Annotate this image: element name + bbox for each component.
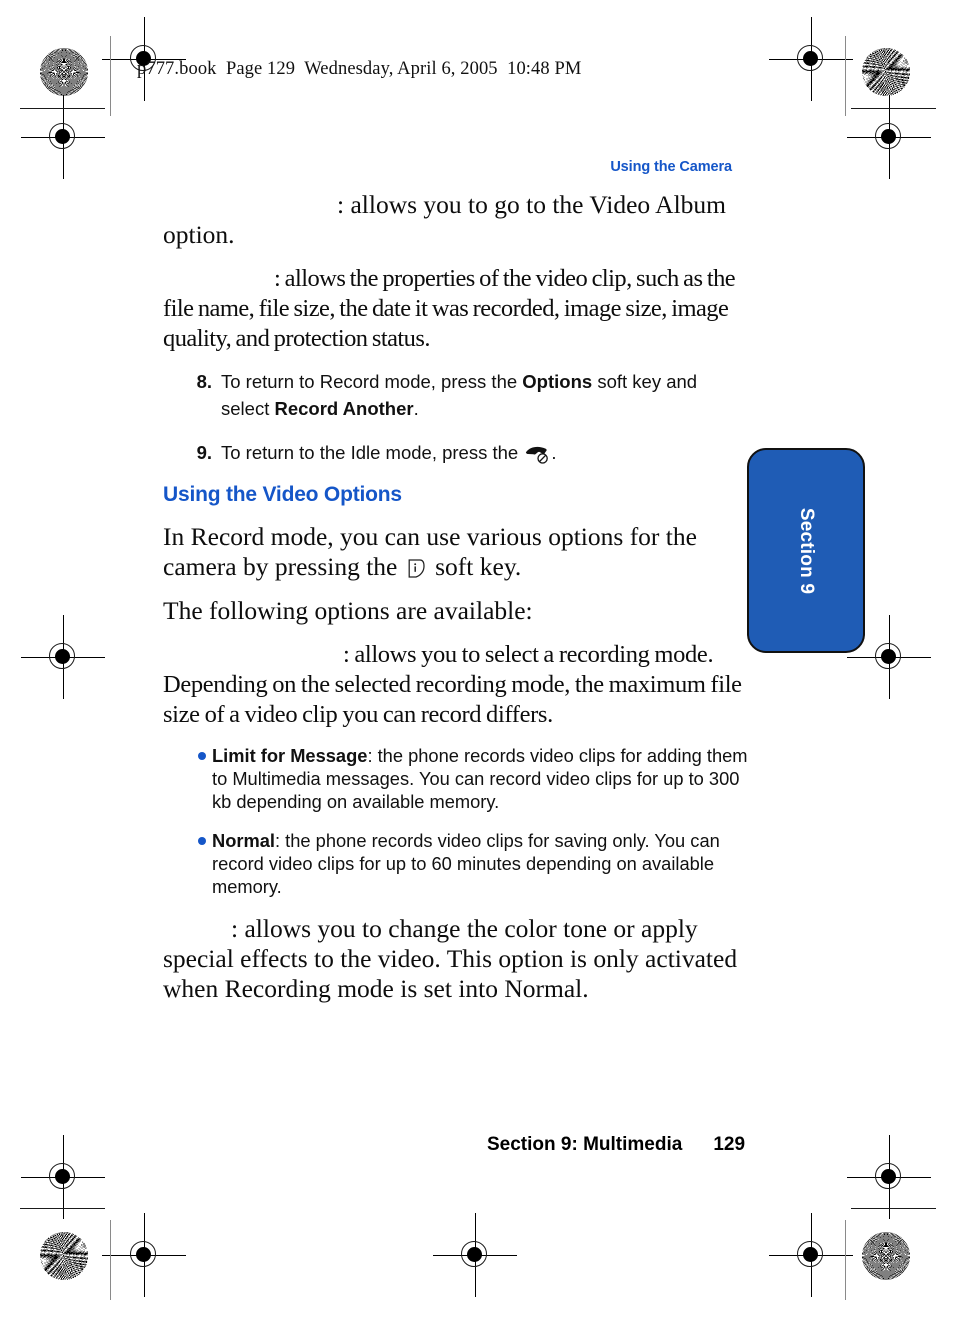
- registration-target-bottom-left: [102, 1213, 186, 1297]
- registration-target-middle-right: [847, 615, 931, 699]
- trim-rule-bottom-right-edge: [851, 1208, 936, 1210]
- registration-target-bottom-right: [769, 1213, 853, 1297]
- trim-rule-right-bottom: [845, 1220, 847, 1300]
- bullet-item-limit-for-message: Limit for Message: the phone records vid…: [163, 744, 757, 813]
- registration-starburst-bottom-right: [862, 1232, 910, 1280]
- registration-target-bottom-center: [433, 1213, 517, 1297]
- section-thumb-tab: Section 9: [747, 448, 865, 653]
- paragraph-recording-mode: : allows you to select a recording mode.…: [163, 640, 748, 730]
- registration-target-upper-left-inner: [21, 95, 105, 179]
- trim-rule-left-top: [110, 36, 112, 116]
- registration-target-upper-right-inner: [847, 95, 931, 179]
- missing-bold-term: [163, 640, 343, 670]
- trim-rule-top-right-edge: [851, 108, 936, 110]
- numbered-step-list: 8. To return to Record mode, press the Op…: [163, 368, 748, 466]
- step-text-after: .: [551, 442, 557, 463]
- bullet-dot-icon: [198, 752, 206, 760]
- crosshair-dot: [803, 1247, 818, 1262]
- subsection-heading: Using the Video Options: [163, 483, 402, 506]
- step-text-after: .: [413, 398, 419, 419]
- paragraph-subsection-intro: In Record mode, you can use various opti…: [163, 522, 748, 582]
- registration-target-lower-right-inner: [847, 1135, 931, 1219]
- step-bold-options: Options: [522, 371, 593, 392]
- step-item-8: 8. To return to Record mode, press the Op…: [163, 368, 748, 422]
- registration-target-middle-left: [21, 615, 105, 699]
- step-number: 8.: [196, 371, 212, 392]
- page-content: : allows you to go to the Video Album op…: [163, 190, 748, 1018]
- bullet-dot-icon: [198, 837, 206, 845]
- registration-target-lower-left-inner: [21, 1135, 105, 1219]
- crosshair-dot: [55, 649, 70, 664]
- bullet-item-normal: Normal: the phone records video clips fo…: [163, 829, 757, 898]
- step-text-before: To return to the Idle mode, press the: [221, 442, 524, 463]
- paragraph-effects: : allows you to change the color tone or…: [163, 914, 748, 1004]
- soft-key-icon: [407, 556, 426, 578]
- missing-bold-term: [163, 190, 337, 220]
- paragraph-properties: : allows the properties of the video cli…: [163, 264, 748, 354]
- book-file-header: p777.book Page 129 Wednesday, April 6, 2…: [137, 59, 582, 79]
- trim-rule-bottom-left-edge: [20, 1208, 105, 1210]
- crosshair-dot: [881, 129, 896, 144]
- registration-target-top-right: [769, 17, 853, 101]
- registration-starburst-top-left: [40, 48, 88, 96]
- footer-section-label: Section 9: Multimedia: [487, 1134, 683, 1155]
- section-thumb-tab-label: Section 9: [796, 507, 817, 594]
- bullet-term: Limit for Message: [212, 745, 368, 766]
- crosshair-dot: [881, 1169, 896, 1184]
- paragraph-effects-text: : allows you to change the color tone or…: [163, 914, 738, 1003]
- crosshair-dot: [55, 129, 70, 144]
- bullet-description: : the phone records video clips for savi…: [212, 830, 720, 897]
- options-bullet-list: Limit for Message : the phone records vid…: [163, 744, 748, 898]
- paragraph-options-available: The following options are available:: [163, 596, 533, 625]
- crosshair-dot: [803, 51, 818, 66]
- step-number: 9.: [196, 442, 212, 463]
- step-bold-record-another: Record Another: [274, 398, 414, 419]
- step-text-before: To return to Record mode, press the: [221, 371, 523, 392]
- page-footer: Section 9: Multimedia 129: [487, 1134, 745, 1156]
- missing-bold-term: [163, 264, 274, 294]
- registration-moire-bottom-left: [40, 1232, 88, 1280]
- missing-bold-term: [163, 914, 231, 944]
- bullet-term: Normal: [212, 830, 275, 851]
- crosshair-dot: [55, 1169, 70, 1184]
- trim-rule-left-bottom: [110, 1220, 112, 1300]
- trim-rule-right-top: [845, 36, 847, 116]
- crosshair-dot: [136, 1247, 151, 1262]
- trim-rule-top-left-edge: [20, 108, 105, 110]
- paragraph-video-album: : allows you to go to the Video Album op…: [163, 190, 748, 250]
- registration-moire-top-right: [862, 48, 910, 96]
- intro-text-after: soft key.: [428, 552, 522, 581]
- crosshair-dot: [467, 1247, 482, 1262]
- crosshair-dot: [881, 649, 896, 664]
- end-call-icon: [524, 443, 550, 464]
- running-head: Using the Camera: [610, 159, 732, 175]
- footer-page-number: 129: [713, 1134, 746, 1155]
- step-item-9: 9. To return to the Idle mode, press the …: [163, 439, 748, 466]
